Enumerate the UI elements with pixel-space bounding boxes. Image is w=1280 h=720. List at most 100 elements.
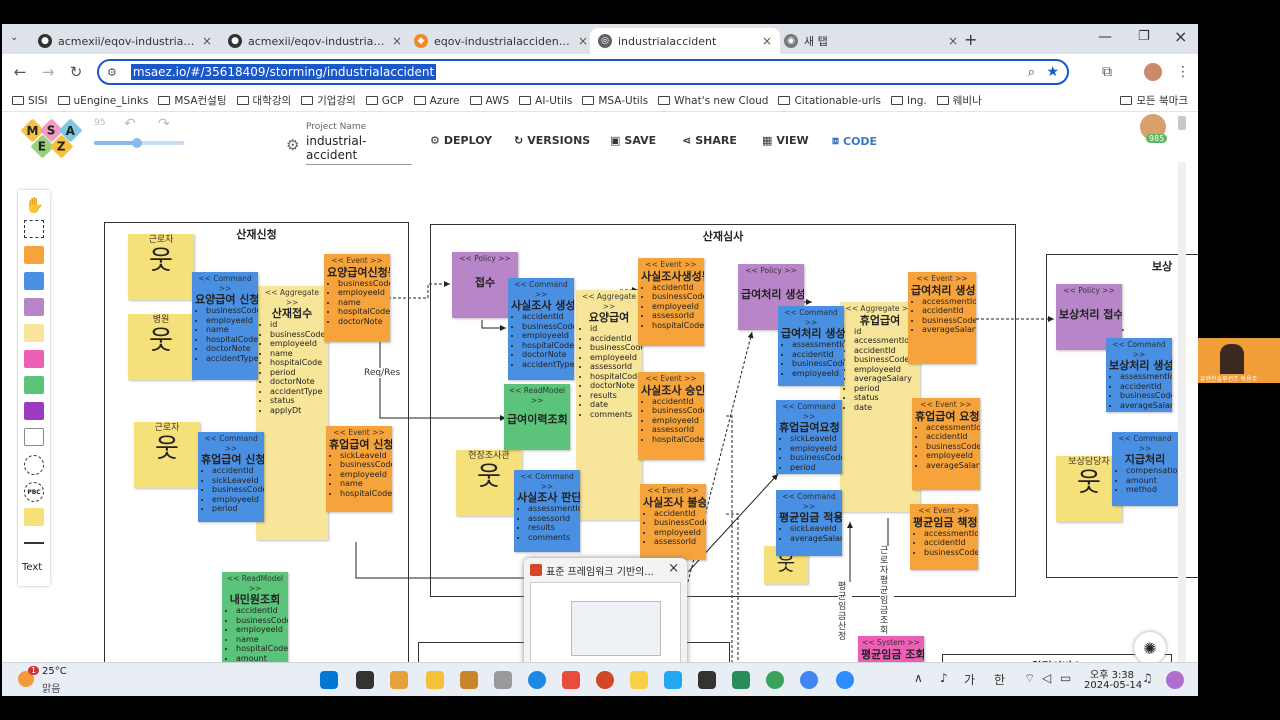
volume-icon[interactable]: ◁ xyxy=(1042,671,1051,685)
tab-2[interactable]: ● acmexii/eqov-industrialaccide × xyxy=(220,28,410,54)
actor-sticker[interactable]: 근로자 웃 xyxy=(128,234,194,300)
bounded-context-tool[interactable] xyxy=(24,455,44,475)
event-sticker[interactable]: << Event >> 사실조사생성됨 accidentIdbusinessCo… xyxy=(638,258,704,346)
bookmark-folder[interactable]: AI-Utils xyxy=(519,95,572,107)
windows-start-icon[interactable] xyxy=(320,671,338,689)
file-explorer-icon[interactable] xyxy=(426,671,444,689)
share-button[interactable]: ⋖ SHARE xyxy=(682,134,737,147)
bookmark-folder[interactable]: GCP xyxy=(365,95,404,107)
tab-4-active[interactable]: ◎ industrialaccident × xyxy=(590,28,780,54)
reload-icon[interactable]: ↻ xyxy=(62,63,90,81)
notification-bell-icon[interactable]: ♫ xyxy=(1142,671,1153,685)
external-system-tool[interactable] xyxy=(24,350,44,368)
battery-icon[interactable]: ▭ xyxy=(1060,671,1071,685)
canvas-scrollbar[interactable] xyxy=(1178,162,1186,694)
new-tab-button[interactable]: + xyxy=(964,30,977,49)
edge-icon[interactable] xyxy=(528,671,546,689)
text-tool[interactable]: Text xyxy=(22,562,42,573)
command-sticker[interactable]: << Command >> 급여처리 생성 assessmentIdaccide… xyxy=(778,306,844,386)
ime-mode[interactable]: 한 xyxy=(994,671,1005,688)
wifi-icon[interactable]: ⌔ xyxy=(1024,671,1035,686)
readmodel-sticker[interactable]: << ReadModel >> 급여이력조회 xyxy=(504,384,570,450)
zoom-icon[interactable]: ⌕ xyxy=(1028,65,1035,80)
close-window-button[interactable]: × xyxy=(1174,27,1187,46)
ime-indicator[interactable]: 가 xyxy=(964,671,975,688)
kakaotalk-icon[interactable] xyxy=(630,671,648,689)
app-icon[interactable] xyxy=(494,671,512,689)
all-bookmarks[interactable]: 모든 북마크 xyxy=(1120,93,1188,108)
project-name-input[interactable]: industrial-accident xyxy=(306,134,412,165)
forward-arrow-icon[interactable]: → xyxy=(34,63,62,81)
minimize-button[interactable]: — xyxy=(1098,29,1112,45)
close-icon[interactable]: × xyxy=(948,34,958,48)
scrollbar-vertical[interactable] xyxy=(1178,116,1186,130)
settings-gear-icon[interactable]: ⚙ xyxy=(286,136,299,154)
code-button[interactable]: ⧈ CODE xyxy=(832,134,877,148)
command-sticker[interactable]: << Command >> 요양급여 신청 businessCodeemploy… xyxy=(192,272,258,380)
zoom-slider-thumb[interactable] xyxy=(132,138,142,148)
versions-button[interactable]: ↻ VERSIONS xyxy=(514,134,590,147)
bookmark-folder[interactable]: SISI xyxy=(12,95,48,107)
event-sticker[interactable]: << Event >> 요양급여신청됨 businessCodeemployee… xyxy=(324,254,390,342)
bookmark-folder[interactable]: 기업강의 xyxy=(301,93,356,108)
save-button[interactable]: ▣ SAVE xyxy=(610,134,656,147)
command-sticker-tool[interactable] xyxy=(24,272,44,290)
extensions-icon[interactable]: ⧉ xyxy=(1102,64,1112,80)
deploy-button[interactable]: ⚙ DEPLOY xyxy=(430,134,492,147)
command-sticker[interactable]: << Command >> 평균임금 적용 sickLeaveIdaverage… xyxy=(776,490,842,556)
bookmark-folder[interactable]: AWS xyxy=(469,95,509,107)
readmodel-sticker-tool[interactable] xyxy=(24,376,44,394)
issue-sticker-tool[interactable] xyxy=(24,402,44,420)
view-button[interactable]: ▦ VIEW xyxy=(762,134,809,147)
undo-icon[interactable]: ↶ xyxy=(124,116,136,132)
aggregate-sticker[interactable]: << Aggregate >> 산재접수 idbusinessCodeemplo… xyxy=(256,286,328,540)
event-sticker[interactable]: << Event >> 휴업급여 요청됨 accessmentIdacciden… xyxy=(912,398,980,490)
search-icon[interactable] xyxy=(390,671,408,689)
line-tool[interactable] xyxy=(24,542,44,544)
command-sticker[interactable]: << Command >> 보상처리 생성 assessmentIdaccide… xyxy=(1106,338,1172,412)
event-sticker[interactable]: << Event >> 휴업급여 신청됨 sickLeaveIdbusiness… xyxy=(326,426,392,512)
close-icon[interactable]: × xyxy=(202,34,212,48)
tab-1[interactable]: ● acmexii/eqov-industrialaccide × xyxy=(30,28,220,54)
chatbot-icon[interactable]: ✺ xyxy=(1134,632,1166,664)
url-text[interactable]: msaez.io/#/35618409/storming/industriala… xyxy=(130,64,437,80)
tab-search-button[interactable]: ⌄ xyxy=(10,32,26,46)
command-sticker[interactable]: << Command >> 사실조사 생성 accidentIdbusiness… xyxy=(508,278,574,380)
app-icon[interactable] xyxy=(766,671,784,689)
aggregate-sticker[interactable]: << Aggregate >> 요양급여 idaccidentIdbusines… xyxy=(576,290,642,520)
actor-sticker[interactable]: 근로자 웃 xyxy=(134,422,200,488)
taskbar-preview-popup[interactable]: 표준 프레임워크 기반의... × xyxy=(524,558,687,670)
profile-avatar[interactable] xyxy=(1144,63,1162,81)
bookmark-folder[interactable]: MSA-Utils xyxy=(582,95,648,107)
event-sticker[interactable]: << Event >> 급여처리 생성됨 accessmentIdacciden… xyxy=(908,272,976,364)
pbc-tool[interactable]: PBC xyxy=(24,482,44,502)
app-icon[interactable] xyxy=(562,671,580,689)
back-arrow-icon[interactable]: ← xyxy=(6,63,34,81)
command-sticker[interactable]: << Command >> 휴업급여요청 sickLeaveIdemployee… xyxy=(776,400,842,474)
bookmark-folder[interactable]: Ing. xyxy=(891,95,927,107)
bookmark-star-icon[interactable]: ★ xyxy=(1046,64,1059,80)
sublime-icon[interactable] xyxy=(460,671,478,689)
vscode-icon[interactable] xyxy=(664,671,682,689)
actor-sticker[interactable]: 현장조사관 웃 xyxy=(456,450,522,516)
policy-sticker-tool[interactable] xyxy=(24,298,44,316)
menu-icon[interactable]: ⋮ xyxy=(1176,64,1190,80)
event-sticker[interactable]: << Event >> 사실조사 불승인됨 accidentIdbusiness… xyxy=(640,484,706,560)
close-icon[interactable]: × xyxy=(578,34,588,48)
ui-sticker-tool[interactable] xyxy=(24,428,44,446)
clock-date[interactable]: 2024-05-14 xyxy=(1084,680,1142,691)
task-view-icon[interactable] xyxy=(356,671,374,689)
actor-tool[interactable] xyxy=(24,508,44,526)
bookmark-folder[interactable]: Azure xyxy=(413,95,460,107)
bookmark-folder[interactable]: uEngine_Links xyxy=(57,95,148,107)
lasso-select-icon[interactable] xyxy=(24,220,44,238)
tab-3[interactable]: ◆ eqov-industrialaccident-cdc - × xyxy=(406,28,596,54)
tab-5[interactable]: ◉ 새 탭 × xyxy=(776,28,966,54)
bookmark-folder[interactable]: 대학강의 xyxy=(236,93,291,108)
close-icon[interactable]: × xyxy=(392,34,402,48)
microphone-icon[interactable]: ♪ xyxy=(940,671,948,685)
command-sticker[interactable]: << Command >> 휴업급여 신청 accidentIdsickLeav… xyxy=(198,432,264,522)
app-icon[interactable] xyxy=(732,671,750,689)
chrome-icon[interactable] xyxy=(800,671,818,689)
bookmark-folder[interactable]: Citationable-urls xyxy=(778,95,881,107)
